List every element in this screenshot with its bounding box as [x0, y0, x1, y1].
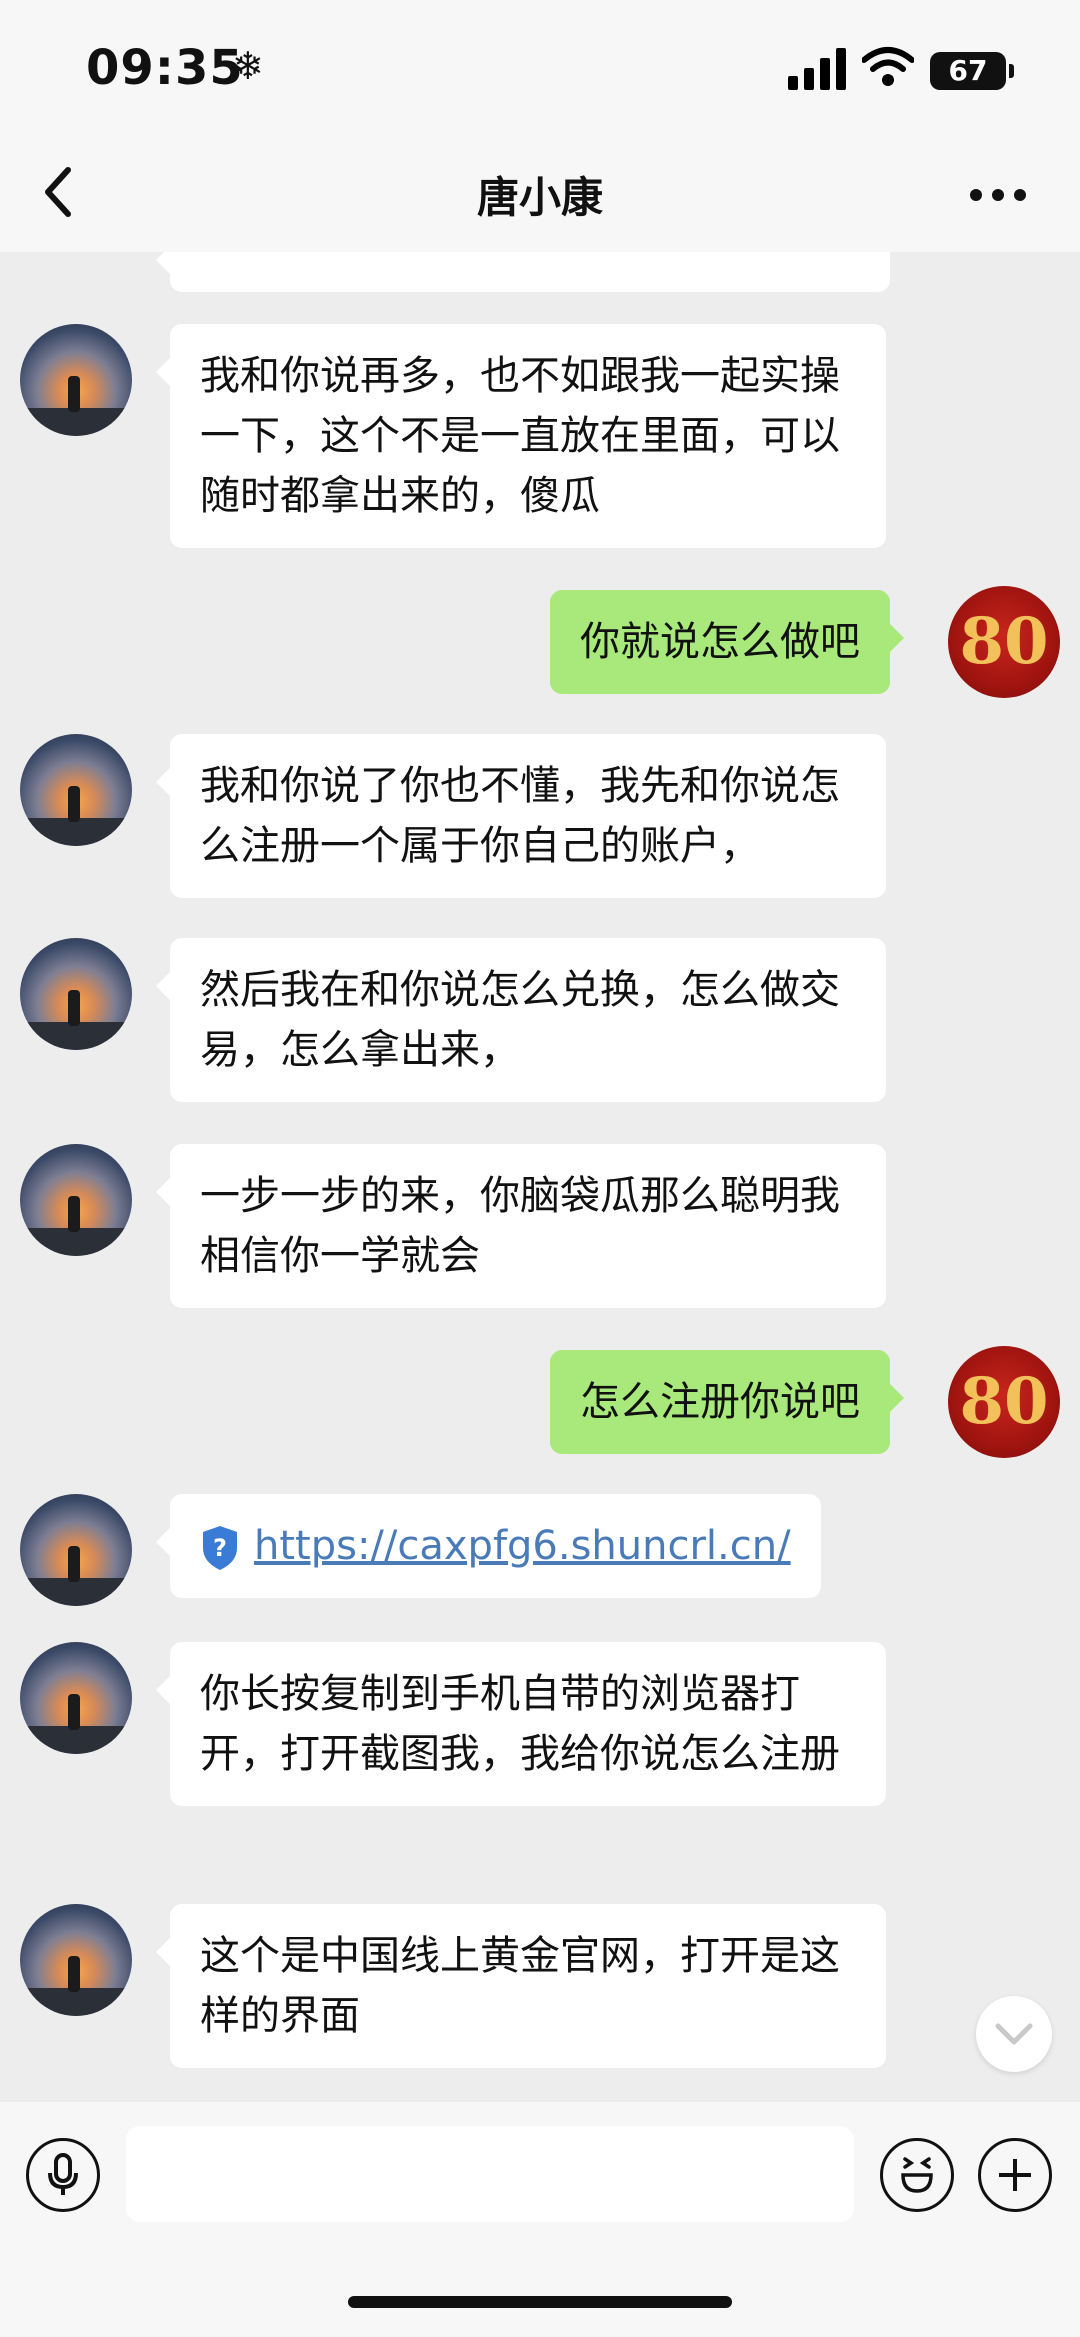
chat-title: 唐小康	[476, 173, 603, 222]
emoji-button[interactable]	[880, 2138, 954, 2212]
message-list[interactable]: 我和你说再多，也不如跟我一起实操一下，这个不是一直放在里面，可以随时都拿出来的，…	[0, 252, 1080, 2102]
plus-icon	[999, 2159, 1031, 2191]
plus-button[interactable]	[978, 2138, 1052, 2212]
contact-avatar[interactable]	[20, 1144, 132, 1256]
svg-text:?: ?	[213, 1534, 227, 1562]
snowflake-icon: ❄	[232, 44, 264, 88]
message-input[interactable]	[126, 2126, 854, 2222]
message-bubble-incoming[interactable]: 这个是中国线上黄金官网，打开是这样的界面	[156, 1904, 886, 2068]
more-dots-icon[interactable]	[968, 180, 1028, 210]
message-bubble-outgoing[interactable]: 你就说怎么做吧	[550, 590, 904, 694]
message-bubble-incoming[interactable]: 然后我在和你说怎么兑换，怎么做交易，怎么拿出来，	[156, 938, 886, 1102]
cellular-signal-icon	[788, 48, 846, 90]
link-message-bubble[interactable]: ? https://caxpfg6.shuncrl.cn/	[156, 1494, 821, 1598]
microphone-icon	[48, 2153, 78, 2195]
chat-header: 唐小康	[0, 140, 1080, 252]
message-bubble-outgoing[interactable]: 怎么注册你说吧	[550, 1350, 904, 1454]
contact-avatar[interactable]	[20, 938, 132, 1050]
scroll-to-bottom-button[interactable]	[976, 1996, 1052, 2072]
wifi-icon	[862, 47, 914, 86]
message-bubble-incoming[interactable]: 我和你说再多，也不如跟我一起实操一下，这个不是一直放在里面，可以随时都拿出来的，…	[156, 324, 886, 548]
home-indicator[interactable]	[348, 2296, 732, 2308]
battery-indicator: 67	[930, 52, 1014, 90]
self-avatar[interactable]: 80	[948, 1346, 1060, 1458]
contact-avatar[interactable]	[20, 1642, 132, 1754]
contact-avatar[interactable]	[20, 1494, 132, 1606]
status-time: 09:35	[86, 40, 244, 96]
message-bubble-incoming[interactable]: 一步一步的来，你脑袋瓜那么聪明我相信你一学就会	[156, 1144, 886, 1308]
message-bubble-partial	[156, 252, 890, 292]
message-bubble-incoming[interactable]: 我和你说了你也不懂，我先和你说怎么注册一个属于你自己的账户，	[156, 734, 886, 898]
contact-avatar[interactable]	[20, 1904, 132, 2016]
self-avatar[interactable]: 80	[948, 586, 1060, 698]
shield-question-icon: ?	[203, 1526, 237, 1570]
contact-avatar[interactable]	[20, 734, 132, 846]
contact-avatar[interactable]	[20, 324, 132, 436]
voice-button[interactable]	[26, 2138, 100, 2212]
emoji-icon	[901, 2157, 933, 2193]
status-bar: 09:35 ❄ 67	[0, 0, 1080, 140]
chevron-down-icon	[995, 2023, 1033, 2045]
message-bubble-incoming[interactable]: 你长按复制到手机自带的浏览器打开，打开截图我，我给你说怎么注册	[156, 1642, 886, 1806]
message-link[interactable]: https://caxpfg6.shuncrl.cn/	[254, 1523, 791, 1569]
